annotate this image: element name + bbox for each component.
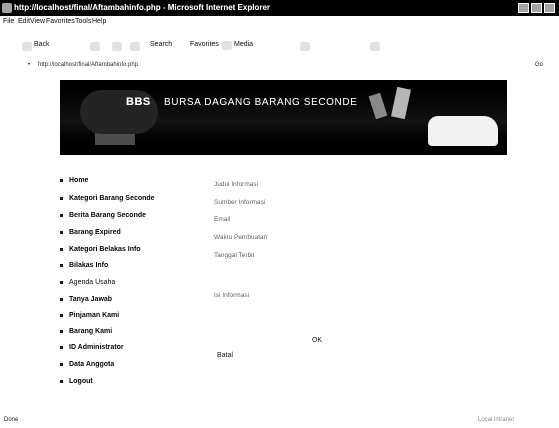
forward-arrow-icon[interactable] xyxy=(90,42,100,51)
bullet-icon xyxy=(60,313,63,317)
bullet-icon xyxy=(60,329,63,333)
site-banner: BBS BURSA DAGANG BARANG SECONDE xyxy=(60,80,507,155)
label-tanggal: Tanggal Terbit xyxy=(214,252,255,259)
menu-berita-barang[interactable]: Berita Barang Seconde xyxy=(60,212,146,219)
menu-tanya-jawab[interactable]: Tanya Jawab xyxy=(60,296,112,303)
menu-data-anggota[interactable]: Data Anggota xyxy=(60,361,114,368)
label-sumber: Sumber Informasi xyxy=(214,199,266,206)
ie-icon xyxy=(2,3,12,13)
bullet-icon xyxy=(60,247,63,251)
menu-agenda[interactable]: Agenda Usaha xyxy=(60,279,115,286)
menu-barang-kami[interactable]: Barang Kami xyxy=(60,328,112,335)
menu-label: Berita Barang Seconde xyxy=(69,212,147,219)
banner-title: BURSA DAGANG BARANG SECONDE xyxy=(164,97,358,108)
menu-label: Kategori Barang Seconde xyxy=(69,195,155,202)
toolbar: Back Search Favorites Media xyxy=(0,28,559,58)
menu-edit[interactable]: Edit xyxy=(18,16,30,28)
search-button[interactable]: Search xyxy=(150,41,172,48)
menu-label: Bilakas Info xyxy=(69,262,109,269)
menu-id-admin[interactable]: ID Administrator xyxy=(60,344,124,351)
bullet-icon xyxy=(60,280,63,284)
phone-icon xyxy=(391,86,411,120)
bullet-icon xyxy=(60,178,63,182)
go-button[interactable]: Go xyxy=(535,58,543,72)
bullet-icon xyxy=(60,196,63,200)
ok-button[interactable]: OK xyxy=(308,335,326,347)
menu-kategori-info[interactable]: Kategori Belakas Info xyxy=(60,246,141,253)
print-icon[interactable] xyxy=(370,42,380,51)
bullet-icon xyxy=(60,213,63,217)
bullet-icon xyxy=(60,230,63,234)
window-title: http://localhost/final/Aftambahinfo.php … xyxy=(14,3,270,12)
menu-home[interactable]: Home xyxy=(60,177,88,184)
label-waktu: Waktu Pembuatan xyxy=(214,234,268,241)
menu-file[interactable]: File xyxy=(3,16,14,28)
media-button[interactable]: Media xyxy=(234,41,253,48)
mail-icon[interactable] xyxy=(300,42,310,51)
favorites-button[interactable]: Favorites xyxy=(190,41,219,48)
car-icon xyxy=(428,116,498,146)
bullet-icon xyxy=(60,297,63,301)
close-button[interactable] xyxy=(544,3,555,13)
menu-label: Agenda Usaha xyxy=(69,279,116,286)
stop-icon[interactable] xyxy=(112,42,122,51)
menu-label: Barang Kami xyxy=(69,328,113,335)
bullet-icon xyxy=(60,345,63,349)
security-zone: Local intranet xyxy=(478,417,515,423)
bullet-icon xyxy=(60,379,63,383)
phone-icon xyxy=(368,92,388,120)
menu-pinjaman[interactable]: Pinjaman Kami xyxy=(60,312,119,319)
browser-window: http://localhost/final/Aftambahinfo.php … xyxy=(0,0,559,428)
label-judul: Judul Informasi xyxy=(214,181,259,188)
menu-label: Data Anggota xyxy=(69,361,115,368)
menu-label: Home xyxy=(69,177,89,184)
menu-info[interactable]: Bilakas Info xyxy=(60,262,108,269)
bullet-icon xyxy=(60,362,63,366)
back-button[interactable]: Back xyxy=(34,41,50,48)
label-isi: Isi Informasi xyxy=(214,292,250,299)
menu-bar: File Edit View Favorites Tools Help xyxy=(0,16,559,28)
label-email: Email xyxy=(214,216,231,223)
bullet-icon xyxy=(60,263,63,267)
address-input[interactable]: http://localhost/final/Aftambahinfo.php xyxy=(38,58,138,72)
refresh-icon[interactable] xyxy=(130,42,140,51)
back-arrow-icon xyxy=(22,42,32,51)
title-bar: http://localhost/final/Aftambahinfo.php … xyxy=(0,0,559,16)
status-text: Done xyxy=(4,417,19,423)
menu-label: Logout xyxy=(69,378,93,385)
menu-help[interactable]: Help xyxy=(92,16,106,28)
media-icon xyxy=(222,41,232,50)
menu-label: Barang Expired xyxy=(69,229,121,236)
minimize-button[interactable] xyxy=(518,3,529,13)
maximize-button[interactable] xyxy=(531,3,542,13)
menu-logout[interactable]: Logout xyxy=(60,378,93,385)
menu-view[interactable]: View xyxy=(30,16,45,28)
menu-kategori-barang[interactable]: Kategori Barang Seconde xyxy=(60,195,155,202)
menu-label: Pinjaman Kami xyxy=(69,312,120,319)
logo-text: BBS xyxy=(126,96,151,108)
menu-label: Kategori Belakas Info xyxy=(69,246,141,253)
menu-barang-expired[interactable]: Barang Expired xyxy=(60,229,121,236)
menu-label: Tanya Jawab xyxy=(69,296,113,303)
reset-button[interactable]: Batal xyxy=(217,352,233,359)
menu-tools[interactable]: Tools xyxy=(75,16,91,28)
address-page-icon: • xyxy=(28,62,31,68)
menu-label: ID Administrator xyxy=(69,344,124,351)
menu-favorites[interactable]: Favorites xyxy=(46,16,75,28)
status-bar: Done Local intranet xyxy=(0,412,559,428)
address-bar: • http://localhost/final/Aftambahinfo.ph… xyxy=(0,58,559,72)
